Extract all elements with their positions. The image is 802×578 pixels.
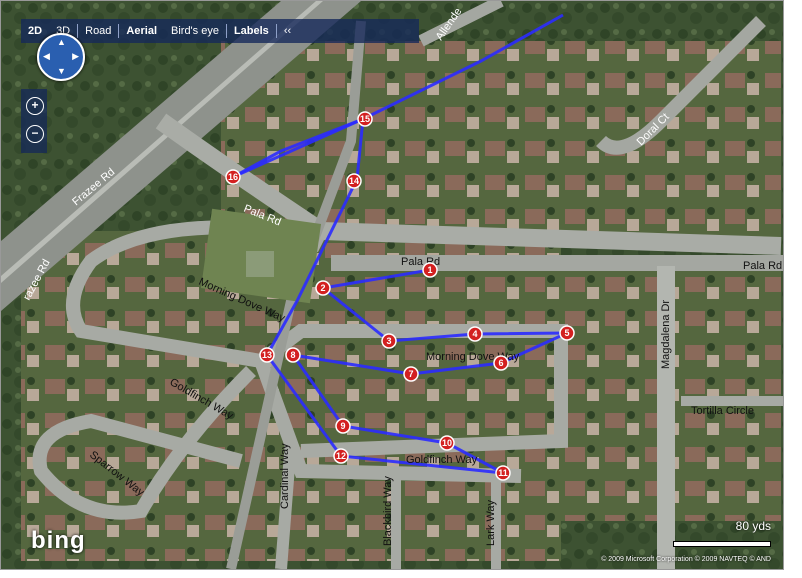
map-imagery[interactable]: Frazee Rd razee Rd Allende Doral Ct Pala… — [1, 1, 783, 569]
zoom-out-button[interactable]: − — [26, 125, 44, 143]
collapse-toolbar-button[interactable]: ‹‹ — [277, 25, 298, 37]
svg-text:7: 7 — [408, 369, 413, 379]
bing-logo: bing — [31, 527, 86, 554]
copyright-text: © 2009 Microsoft Corporation © 2009 NAVT… — [601, 556, 771, 563]
scale-label: 80 yds — [735, 519, 771, 533]
svg-text:16: 16 — [228, 172, 238, 182]
waypoint-marker[interactable]: 6 — [493, 355, 509, 371]
svg-text:13: 13 — [262, 350, 272, 360]
waypoint-marker[interactable]: 10 — [439, 435, 455, 451]
waypoint-marker[interactable]: 11 — [495, 465, 511, 481]
svg-text:14: 14 — [349, 176, 359, 186]
pan-left-icon[interactable]: ◀ — [43, 52, 50, 61]
svg-text:4: 4 — [472, 329, 477, 339]
waypoint-marker[interactable]: 7 — [403, 366, 419, 382]
tab-birds-eye[interactable]: Bird's eye — [164, 25, 226, 37]
tab-aerial[interactable]: Aerial — [119, 25, 164, 37]
svg-text:8: 8 — [290, 350, 295, 360]
zoom-control: + − — [21, 89, 47, 153]
waypoint-marker[interactable]: 3 — [381, 333, 397, 349]
svg-text:6: 6 — [498, 358, 503, 368]
svg-text:11: 11 — [498, 468, 508, 478]
waypoint-marker[interactable]: 9 — [335, 418, 351, 434]
pan-up-icon[interactable]: ▲ — [57, 38, 66, 47]
street-label-tortilla: Tortilla Circle — [691, 405, 754, 417]
street-label-goldfinch-south: Goldfinch Way — [406, 454, 478, 466]
waypoint-marker[interactable]: 16 — [225, 169, 241, 185]
scale-bar-line — [673, 541, 771, 547]
svg-text:5: 5 — [564, 328, 569, 338]
map-toolbar: 2D 3D Road Aerial Bird's eye Labels ‹‹ — [21, 19, 419, 43]
svg-text:10: 10 — [442, 438, 452, 448]
waypoint-marker[interactable]: 2 — [315, 280, 331, 296]
svg-text:1: 1 — [427, 265, 432, 275]
waypoint-marker[interactable]: 14 — [346, 173, 362, 189]
svg-text:3: 3 — [386, 336, 391, 346]
aerial-map[interactable]: Frazee Rd razee Rd Allende Doral Ct Pala… — [0, 0, 784, 570]
pan-right-icon[interactable]: ▶ — [72, 52, 79, 61]
tab-2d[interactable]: 2D — [21, 25, 49, 37]
waypoint-marker[interactable]: 1 — [422, 262, 438, 278]
street-label-blackbird: Blackbird Way — [382, 476, 394, 546]
street-label-cardinal: Cardinal Way — [279, 443, 291, 509]
svg-text:12: 12 — [336, 451, 346, 461]
waypoint-marker[interactable]: 15 — [357, 111, 373, 127]
svg-text:15: 15 — [360, 114, 370, 124]
labels-toggle[interactable]: Labels — [227, 25, 276, 37]
street-label-pala-east: Pala Rd — [743, 260, 782, 272]
street-label-magdalena: Magdalena Dr — [660, 300, 672, 369]
svg-text:2: 2 — [320, 283, 325, 293]
waypoint-marker[interactable]: 4 — [467, 326, 483, 342]
waypoint-marker[interactable]: 13 — [259, 347, 275, 363]
scale-bar: 80 yds — [673, 519, 773, 547]
pan-down-icon[interactable]: ▼ — [57, 67, 66, 76]
pan-compass-icon[interactable]: ▲ ▼ ◀ ▶ — [37, 33, 85, 81]
street-label-lark: Lark Way — [485, 499, 497, 546]
tab-road[interactable]: Road — [78, 25, 118, 37]
zoom-in-button[interactable]: + — [26, 97, 44, 115]
waypoint-marker[interactable]: 8 — [285, 347, 301, 363]
waypoint-marker[interactable]: 12 — [333, 448, 349, 464]
svg-text:9: 9 — [340, 421, 345, 431]
waypoint-marker[interactable]: 5 — [559, 325, 575, 341]
